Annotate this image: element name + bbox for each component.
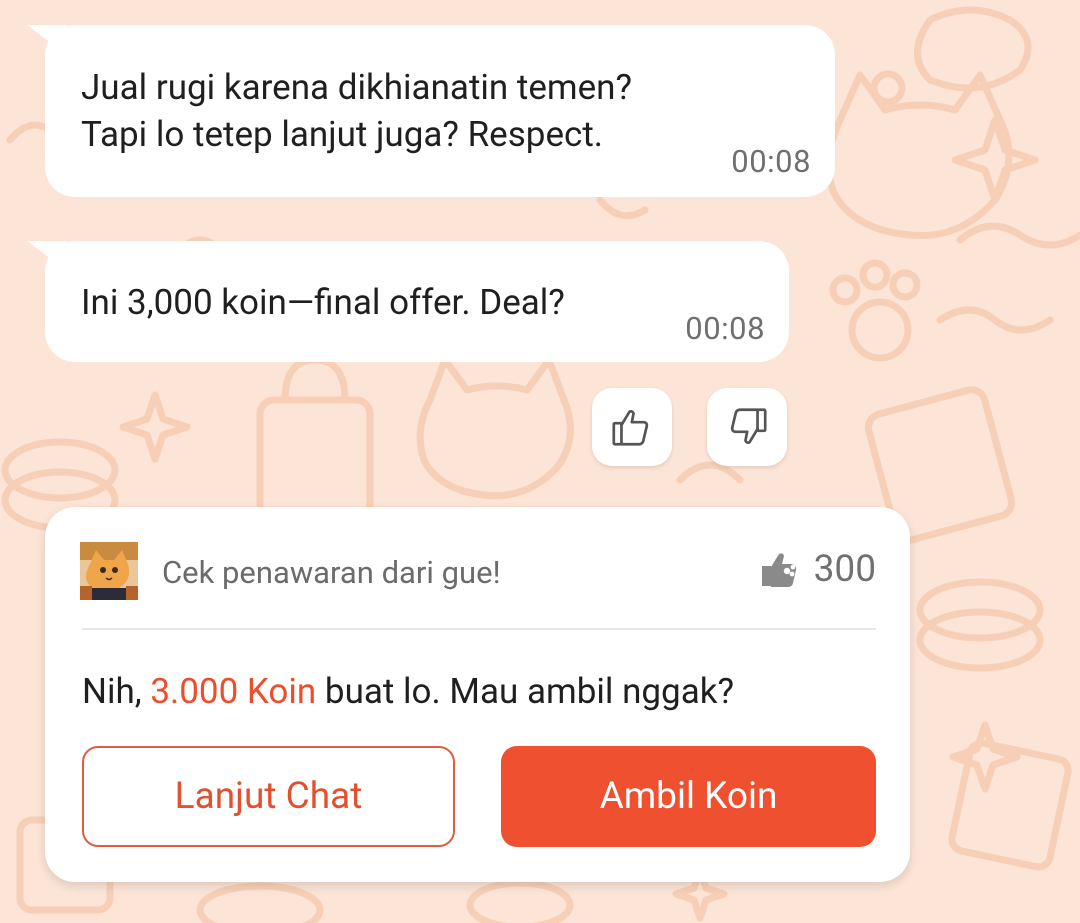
avatar	[80, 542, 138, 600]
thumbs-down-icon	[730, 408, 767, 444]
chat-message-text: Jual rugi karena dikhianatin temen? Tapi…	[81, 67, 633, 155]
offer-message: Nih, 3.000 Koin buat lo. Mau ambil nggak…	[82, 671, 734, 712]
chat-message-time: 00:08	[685, 310, 765, 347]
chat-message-time: 00:08	[731, 143, 811, 180]
thumbs-up-icon	[612, 410, 649, 446]
chat-bubble: Ini 3,000 koin—final offer. Deal? 00:08	[45, 241, 789, 362]
offer-count-number: 300	[813, 548, 876, 591]
divider	[82, 628, 876, 630]
offer-card: Cek penawaran dari gue! 300 Nih, 3.000 K…	[45, 507, 910, 882]
take-coins-button[interactable]: Ambil Koin	[501, 746, 876, 847]
offer-message-highlight: 3.000 Koin	[150, 671, 317, 712]
continue-chat-button[interactable]: Lanjut Chat	[82, 746, 455, 847]
chat-bubble: Jual rugi karena dikhianatin temen? Tapi…	[45, 25, 835, 197]
offer-message-suffix: buat lo. Mau ambil nggak?	[316, 671, 735, 712]
paw-hand-icon	[761, 552, 796, 587]
thumbs-up-button[interactable]	[592, 388, 672, 466]
offer-header-text: Cek penawaran dari gue!	[162, 554, 501, 591]
thumbs-down-button[interactable]	[707, 388, 787, 466]
chat-message-text: Ini 3,000 koin—final offer. Deal?	[81, 282, 565, 323]
offer-count: 300	[758, 548, 876, 591]
offer-message-prefix: Nih,	[82, 671, 151, 712]
